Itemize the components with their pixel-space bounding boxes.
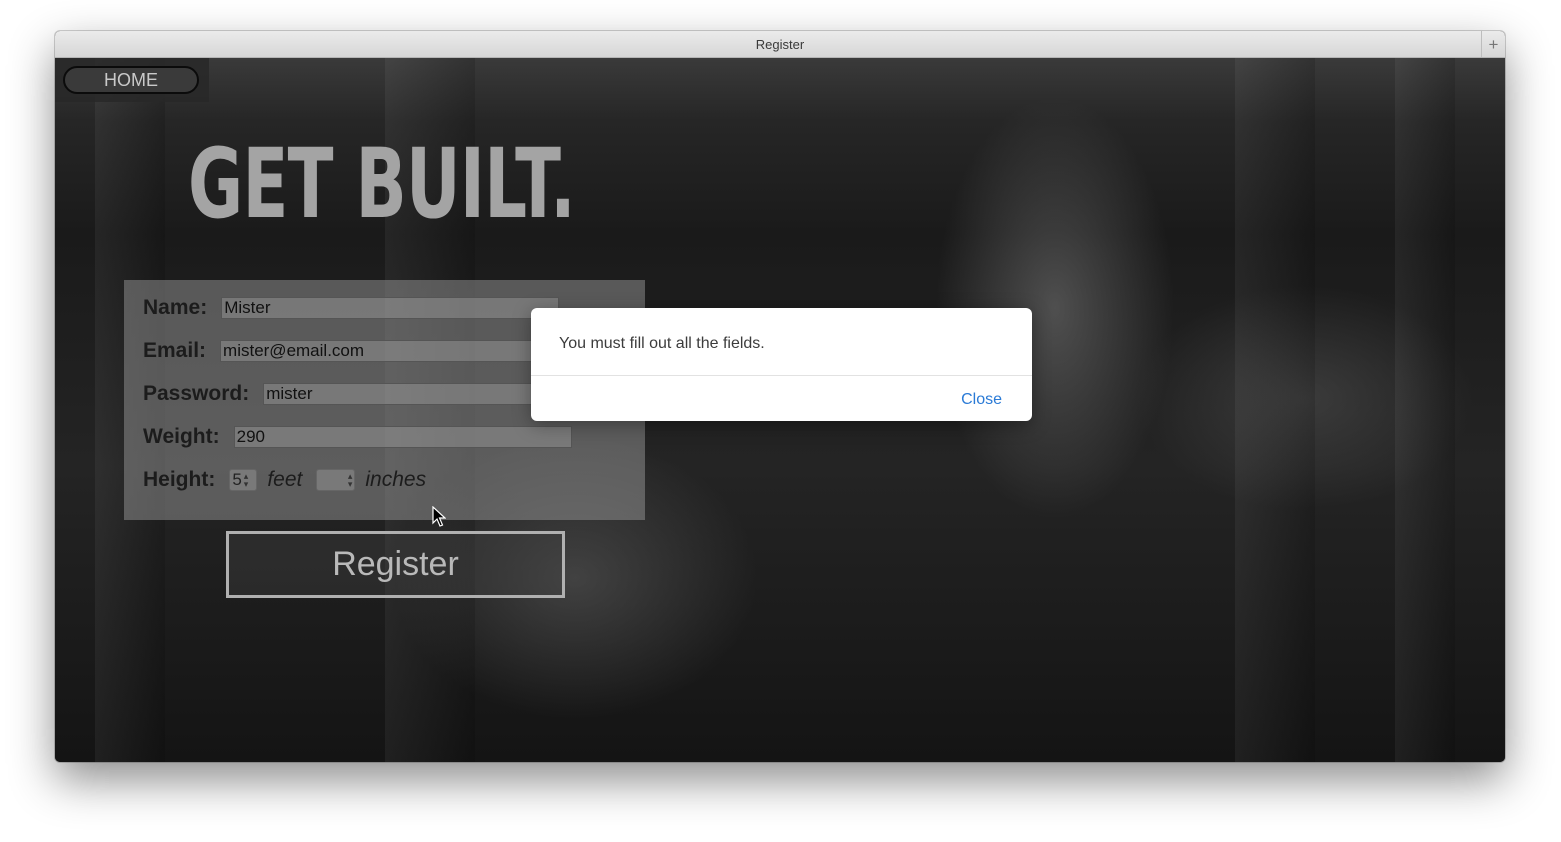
height-inches-stepper[interactable]: ▴ ▾ (316, 469, 356, 491)
name-row: Name: (143, 296, 560, 320)
new-tab-button[interactable]: + (1481, 31, 1505, 57)
alert-divider (531, 375, 1032, 376)
weight-input[interactable] (233, 426, 572, 448)
page-headline: GET BUILT. (188, 128, 576, 240)
background-plank (1395, 58, 1455, 762)
browser-window: Register + HOME GET BUILT. Name: Email: … (55, 31, 1505, 762)
page-content: HOME GET BUILT. Name: Email: Password: W… (55, 58, 1505, 762)
email-label: Email: (143, 339, 207, 362)
weight-label: Weight: (143, 425, 220, 448)
password-row: Password: (143, 382, 554, 406)
height-row: Height: 5 ▴ ▾ feet ▴ ▾ inches (143, 468, 440, 492)
home-button[interactable]: HOME (63, 66, 199, 94)
height-label: Height: (143, 468, 216, 491)
email-input[interactable] (220, 340, 559, 362)
window-title: Register (755, 37, 805, 52)
password-input[interactable] (263, 383, 554, 405)
title-bar: Register + (55, 31, 1505, 58)
height-feet-stepper[interactable]: 5 ▴ ▾ (229, 469, 258, 491)
height-feet-value: 5 (232, 470, 242, 489)
name-input[interactable] (221, 297, 560, 319)
weight-row: Weight: (143, 425, 572, 449)
feet-unit-label: feet (267, 468, 303, 491)
stepper-arrows-icon: ▴ ▾ (347, 471, 353, 489)
alert-message: You must fill out all the fields. (559, 335, 765, 352)
alert-close-button[interactable]: Close (961, 391, 1002, 409)
email-row: Email: (143, 339, 559, 363)
name-label: Name: (143, 296, 208, 319)
alert-dialog: You must fill out all the fields. Close (531, 308, 1032, 421)
background-plank (1235, 58, 1315, 762)
nav-bar: HOME (55, 58, 209, 102)
mouse-cursor-icon (432, 506, 446, 527)
inches-unit-label: inches (365, 468, 427, 491)
plus-icon: + (1488, 34, 1499, 54)
register-button[interactable]: Register (226, 531, 565, 598)
password-label: Password: (143, 382, 250, 405)
stepper-arrows-icon: ▴ ▾ (243, 471, 249, 489)
